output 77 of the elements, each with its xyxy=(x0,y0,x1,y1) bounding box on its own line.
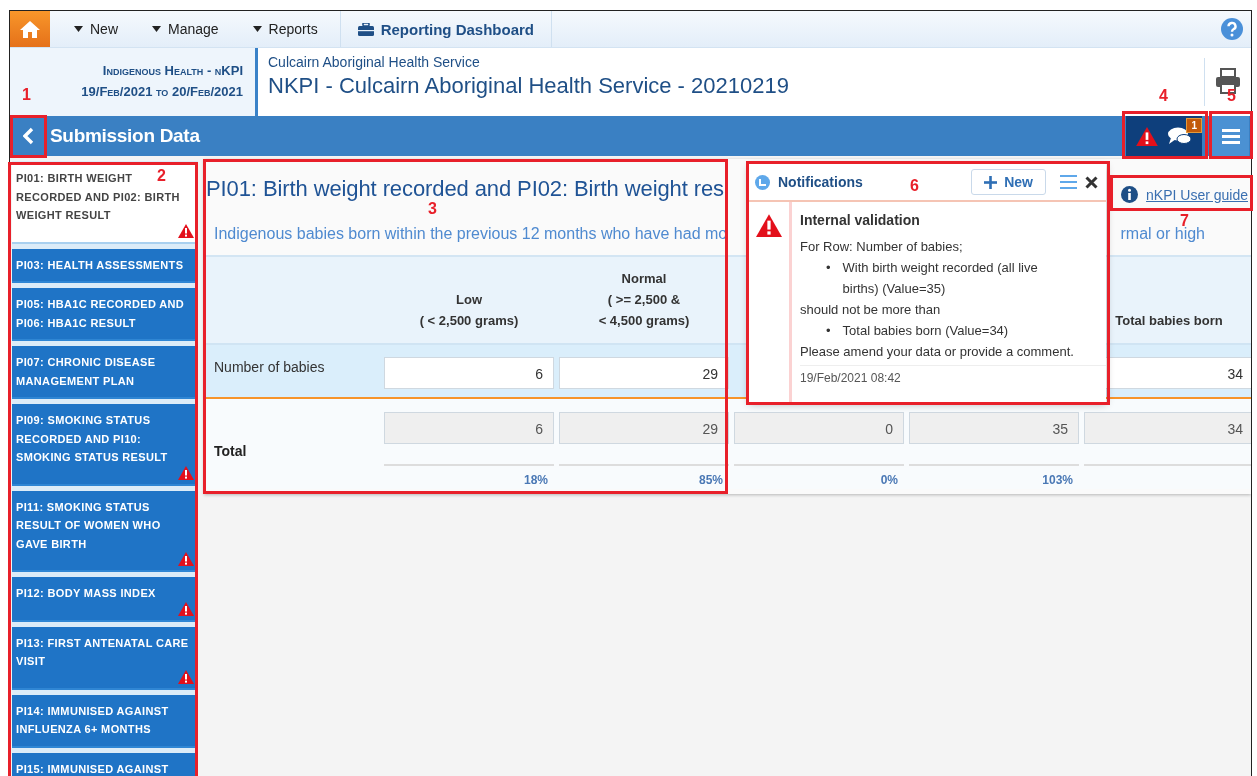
nav-menu-button[interactable]: New xyxy=(50,11,128,47)
sidebar-item[interactable]: PI09: SMOKING STATUS RECORDED AND PI10: SMOKING STATUS RESULT xyxy=(12,404,198,486)
new-notification-button[interactable]: New xyxy=(971,169,1046,195)
callout-frame xyxy=(10,115,47,158)
callout-number: 4 xyxy=(1159,88,1168,104)
row-label: Number of babies xyxy=(213,358,326,377)
value-input[interactable]: 29 xyxy=(559,357,729,389)
notifications-title: Notifications xyxy=(778,174,863,190)
notification-timestamp: 19/Feb/2021 08:42 xyxy=(800,365,1106,385)
home-button[interactable] xyxy=(10,11,50,47)
sidebar-item[interactable]: PI11: SMOKING STATUS RESULT OF WOMEN WHO GAVE BIRTH xyxy=(12,490,198,572)
validation-text: For Row: Number of babies; xyxy=(800,238,964,256)
row-label: Total xyxy=(213,442,248,459)
reporting-dashboard-link[interactable]: Reporting Dashboard xyxy=(339,11,552,47)
home-icon xyxy=(20,20,40,38)
column-header: Low xyxy=(455,291,483,309)
nav-menu-button[interactable]: Reports xyxy=(228,11,328,47)
briefcase-icon xyxy=(357,22,374,36)
caret-icon xyxy=(252,26,262,32)
sidebar-item[interactable]: PI13: FIRST ANTENATAL CARE VISIT xyxy=(12,626,198,690)
close-button[interactable] xyxy=(1085,175,1098,189)
menu-icon xyxy=(1221,128,1240,144)
total-field: 29 xyxy=(559,412,729,444)
bullet-marker: • xyxy=(826,322,831,340)
caret-icon xyxy=(74,26,83,32)
callout-number: 3 xyxy=(428,201,437,217)
help-icon xyxy=(1221,18,1243,40)
sidebar-item[interactable]: PI12: BODY MASS INDEX xyxy=(12,577,198,622)
chevron-left-icon xyxy=(22,127,34,145)
menu-icon xyxy=(1060,175,1077,189)
list-button[interactable] xyxy=(1060,175,1077,189)
info-icon xyxy=(1121,186,1139,203)
program-name: Indigenous Health - nKPI xyxy=(102,62,243,80)
callout-number: 1 xyxy=(22,87,31,103)
comment-count-badge: 1 xyxy=(1186,117,1202,133)
form-title: PI01: Birth weight recorded and PI02: Birth weight res xyxy=(206,175,724,202)
notification-bell-icon xyxy=(755,174,770,190)
total-field: 35 xyxy=(909,412,1079,444)
sidebar-item[interactable]: PI07: CHRONIC DISEASE MANAGEMENT PLAN xyxy=(12,346,198,399)
warning-icon xyxy=(1136,126,1158,146)
sidebar-item[interactable]: PI14: IMMUNISED AGAINST INFLUENZA 6+ MONTHS xyxy=(12,694,198,748)
bullet-marker: • xyxy=(826,259,831,277)
validation-detail: With birth weight recorded (all live births) (Value=35) xyxy=(842,259,1039,298)
notification-heading: Internal validation xyxy=(800,212,921,228)
validation-detail: Total babies born (Value=34) xyxy=(842,322,1009,340)
sidebar-item[interactable]: PI05: HBA1C RECORDED AND PI06: HBA1C RESULT xyxy=(12,288,198,341)
percentage: 0% xyxy=(880,473,898,487)
column-header: < 4,500 grams) xyxy=(597,312,691,330)
column-header: ( < 2,500 grams) xyxy=(418,312,520,330)
reporting-period: 19/Feb/2021 to 20/Feb/2021 xyxy=(81,83,243,101)
validation-text: Please amend your data or provide a comment. xyxy=(800,343,1075,361)
callout-number: 2 xyxy=(157,168,166,184)
warning-icon xyxy=(756,214,782,237)
percentage: 103% xyxy=(1042,473,1073,487)
percentage: 85% xyxy=(698,473,723,487)
organisation-name: Culcairn Aboriginal Health Service xyxy=(268,54,480,70)
sidebar-item[interactable]: PI15: IMMUNISED AGAINST xyxy=(12,752,198,776)
column-header: Total babies born xyxy=(1114,312,1224,330)
caret-icon xyxy=(152,26,161,32)
total-field: 34 xyxy=(1084,412,1251,444)
close-icon xyxy=(1085,175,1098,189)
callout-number: 6 xyxy=(910,178,919,194)
column-header: Normal xyxy=(620,270,668,288)
sidebar-item[interactable]: PI03: HEALTH ASSESSMENTS xyxy=(12,248,198,283)
nav-menu-button[interactable]: Manage xyxy=(128,11,229,47)
percentage: 18% xyxy=(523,473,548,487)
value-input[interactable]: 6 xyxy=(384,357,554,389)
user-guide-link[interactable]: nKPI User guide xyxy=(1121,186,1248,203)
column-header: ( >= 2,500 & xyxy=(606,291,682,309)
plus-icon xyxy=(984,175,998,189)
page-title: NKPI - Culcairn Aboriginal Health Service - 20210219 xyxy=(268,73,789,99)
menu-button[interactable] xyxy=(1212,116,1249,156)
total-field: 6 xyxy=(384,412,554,444)
validation-text: should not be more than xyxy=(800,301,942,319)
total-field: 0 xyxy=(734,412,904,444)
alerts-button[interactable]: 1 xyxy=(1126,116,1202,156)
section-title: Submission Data xyxy=(50,125,200,147)
